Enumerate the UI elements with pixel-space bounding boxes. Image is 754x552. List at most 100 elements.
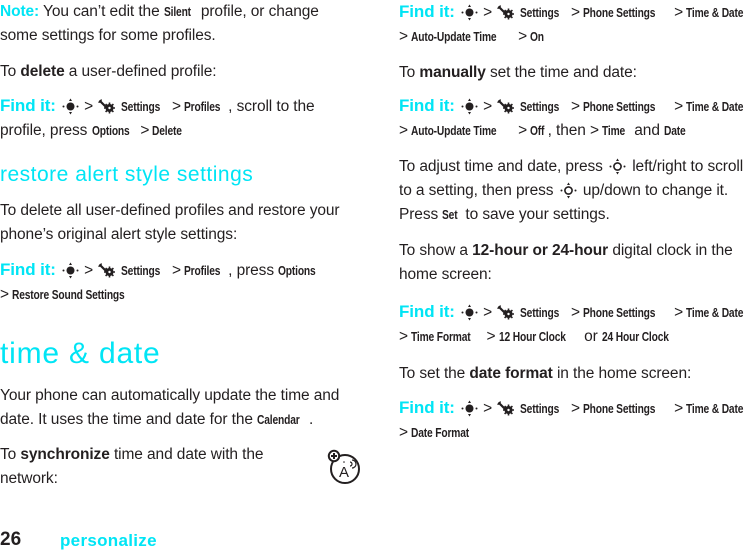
find-it-restore: Find it: > Settings > Profiles, press Opti…	[0, 258, 360, 307]
menu-settings: Settings	[520, 306, 560, 320]
find-it-label: Find it:	[0, 96, 56, 115]
separator: >	[399, 328, 408, 345]
clock-intro: To show a 12-hour or 24-hour digital clo…	[399, 239, 754, 287]
separator: >	[84, 262, 94, 279]
manual-intro: To manually set the time and date:	[399, 61, 754, 85]
nav-key-icon	[609, 158, 626, 176]
separator: >	[171, 262, 181, 279]
bold-text: synchronize	[20, 446, 110, 463]
separator: >	[483, 400, 493, 417]
menu-profiles: Profiles	[183, 100, 221, 114]
separator: >	[570, 4, 580, 21]
text: a user-defined profile:	[64, 63, 217, 80]
menu-phone-settings: Phone Settings	[582, 306, 656, 320]
menu-on: On	[530, 30, 545, 44]
separator: >	[570, 304, 580, 321]
text: To	[399, 64, 420, 81]
find-it-delete-profile: Find it: > Settings > Profiles, scroll to …	[0, 94, 360, 143]
find-it-label: Find it:	[399, 96, 455, 115]
menu-options: Options	[278, 264, 316, 278]
separator: >	[518, 28, 528, 45]
network-feature-icon: A	[327, 449, 360, 484]
menu-options: Options	[91, 124, 130, 138]
bold-text: manually	[419, 64, 486, 81]
note-label: Note:	[0, 3, 40, 20]
text: To	[0, 446, 21, 463]
separator: >	[483, 98, 493, 115]
find-it-label: Find it:	[0, 260, 56, 279]
menu-24-hour-clock: 24 Hour Clock	[601, 330, 669, 344]
menu-off: Off	[530, 124, 545, 138]
text: To adjust time and date, press	[399, 158, 607, 175]
settings-icon	[98, 99, 116, 115]
bold-text: date format	[469, 365, 553, 382]
menu-set: Set	[442, 208, 458, 222]
silent-profile-label: Silent	[163, 5, 191, 19]
separator: >	[483, 4, 493, 21]
nav-key-icon	[559, 182, 577, 200]
find-it-date-format: Find it: > Settings > Phone Settings > Time …	[399, 396, 754, 445]
menu-time-format: Time Format	[410, 330, 471, 344]
separator: >	[674, 98, 684, 115]
menu-settings: Settings	[520, 402, 560, 416]
menu-12-hour-clock: 12 Hour Clock	[498, 330, 566, 344]
section-title: personalize	[60, 531, 157, 550]
restore-body: To delete all user-defined profiles and …	[0, 202, 340, 243]
menu-date: Date	[664, 124, 686, 138]
separator: >	[399, 28, 408, 45]
adjust-paragraph: To adjust time and date, press left/righ…	[399, 155, 754, 227]
find-it-auto-update-on: Find it: > Settings > Phone Settings > Time …	[399, 0, 754, 49]
menu-delete: Delete	[152, 124, 183, 138]
separator: >	[84, 98, 94, 115]
text: to save your settings.	[461, 206, 610, 223]
bold-text: delete	[20, 63, 65, 80]
separator: >	[399, 424, 408, 441]
menu-phone-settings: Phone Settings	[582, 6, 656, 20]
menu-time-date: Time & Date	[686, 6, 744, 20]
find-it-auto-update-off: Find it: > Settings > Phone Settings > Time …	[399, 94, 754, 143]
menu-time-date: Time & Date	[686, 306, 744, 320]
menu-settings: Settings	[520, 100, 560, 114]
separator: >	[674, 4, 684, 21]
text: To show a	[399, 242, 473, 259]
menu-phone-settings: Phone Settings	[582, 402, 656, 416]
separator: >	[674, 304, 684, 321]
separator: >	[483, 304, 493, 321]
separator: >	[140, 122, 150, 139]
separator: >	[0, 286, 9, 303]
settings-icon	[497, 99, 515, 115]
nav-key-icon	[461, 400, 478, 417]
settings-icon	[98, 263, 116, 279]
bold-text: 12-hour or 24-hour	[472, 242, 609, 259]
nav-key-icon	[62, 262, 79, 279]
text: or	[579, 328, 602, 345]
nav-key-icon	[62, 98, 79, 115]
settings-icon	[497, 401, 515, 417]
menu-calendar: Calendar	[257, 413, 300, 427]
find-it-label: Find it:	[399, 302, 455, 321]
delete-intro: To delete a user-defined profile:	[0, 60, 360, 84]
text: in the home screen:	[552, 365, 692, 382]
separator: >	[589, 122, 599, 139]
menu-settings: Settings	[121, 100, 161, 114]
time-body: Your phone can automatically update the …	[0, 384, 360, 432]
svg-text:A: A	[339, 464, 349, 481]
separator: >	[570, 98, 580, 115]
find-it-label: Find it:	[399, 2, 455, 21]
text: To	[0, 63, 21, 80]
nav-key-icon	[461, 304, 478, 321]
separator: >	[674, 400, 684, 417]
menu-restore-sound-settings: Restore Sound Settings	[11, 288, 125, 302]
nav-key-icon	[461, 4, 478, 21]
text: To set the	[399, 365, 470, 382]
separator: >	[570, 400, 580, 417]
note-text: You can’t edit the	[39, 3, 164, 20]
menu-time-date: Time & Date	[686, 100, 744, 114]
menu-settings: Settings	[121, 264, 161, 278]
nav-key-icon	[461, 98, 478, 115]
menu-auto-update-time: Auto-Update Time	[410, 30, 497, 44]
separator: >	[486, 328, 496, 345]
restore-heading: restore alert style settings	[0, 163, 254, 186]
note-paragraph: Note: You can’t edit the Silent profile,…	[0, 0, 360, 48]
time-date-heading: time & date	[0, 337, 161, 370]
